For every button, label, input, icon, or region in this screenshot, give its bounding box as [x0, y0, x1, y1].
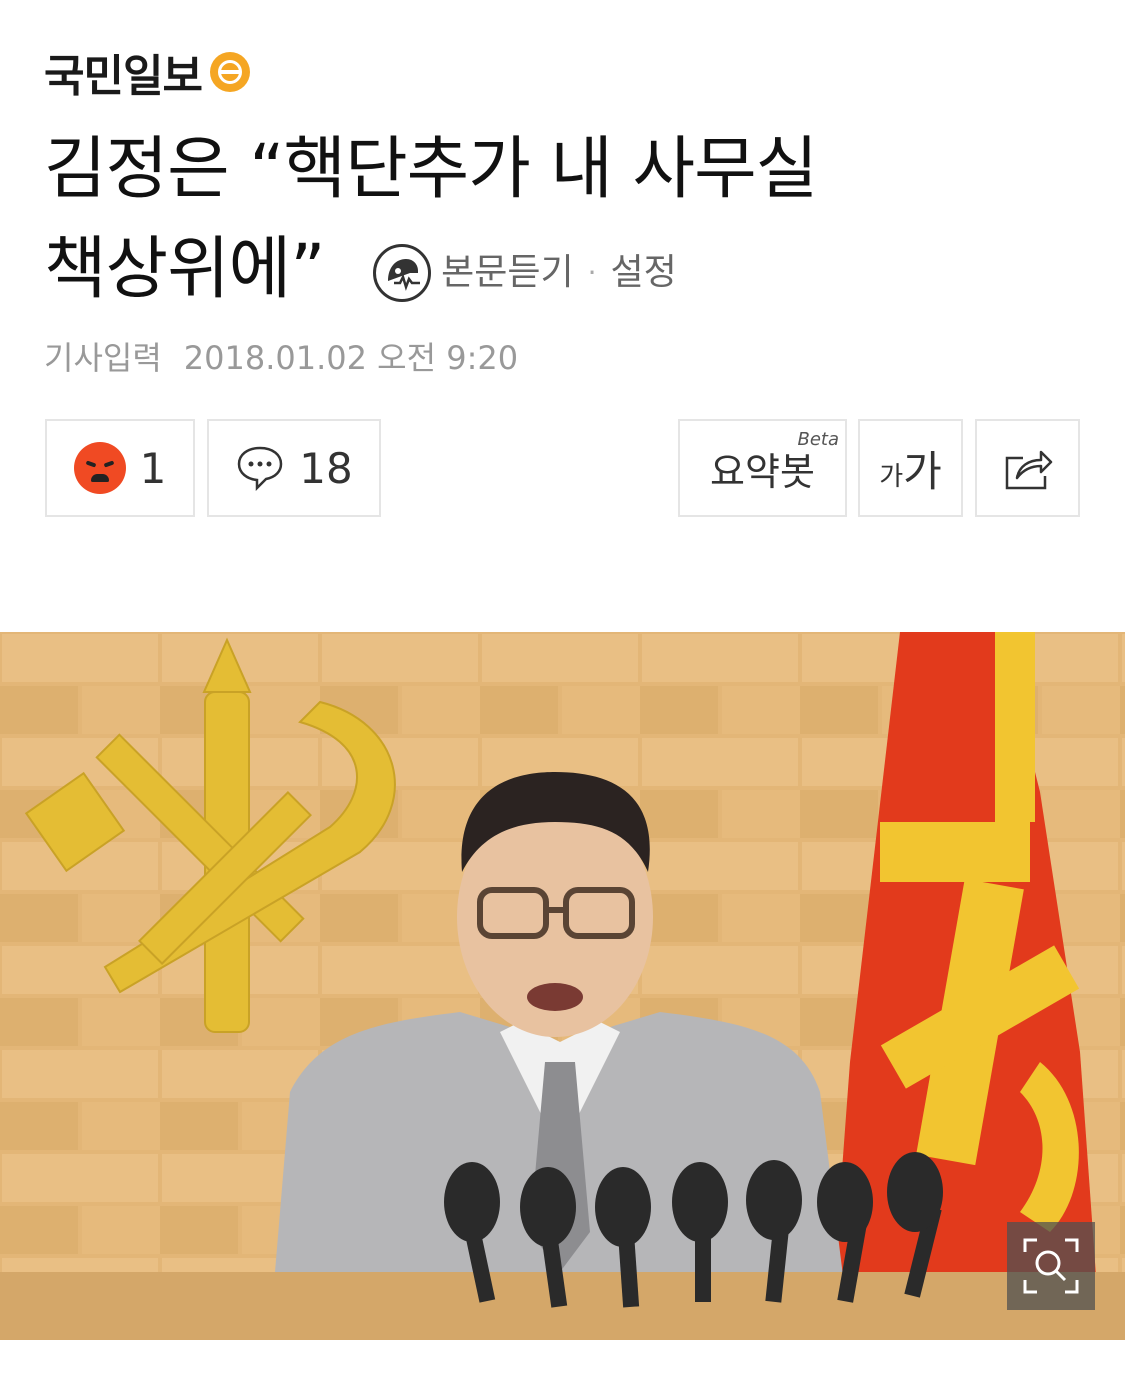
listen-controls: 본문듣기 · 설정	[373, 223, 677, 323]
settings-button[interactable]: 설정	[611, 223, 677, 323]
beta-badge: Beta	[797, 429, 839, 450]
font-large-glyph: 가	[903, 446, 942, 496]
logo-text: 국민일보	[44, 51, 203, 102]
share-icon	[1001, 444, 1055, 492]
zoom-button[interactable]	[1007, 1222, 1095, 1310]
separator-dot: ·	[587, 256, 597, 290]
comment-count: 18	[299, 443, 353, 493]
article-toolbar: 1 18 요약봇 Beta 가가	[0, 419, 1125, 519]
site-logo[interactable]: 국민일보	[44, 40, 250, 104]
logo-mark-icon	[209, 52, 250, 92]
share-button[interactable]	[975, 419, 1080, 517]
angry-reaction-icon	[73, 442, 126, 494]
zoom-icon	[1021, 1236, 1081, 1296]
article-headline: 김정은 “핵단추가 내 사무실 책상위에” 본문듣기 · 설정	[44, 120, 1084, 323]
article-meta: 기사입력 2018.01.02 오전 9:20	[44, 333, 518, 379]
meta-label: 기사입력	[44, 339, 162, 377]
headline-line-1: 김정은 “핵단추가 내 사무실	[44, 130, 818, 209]
article-photo[interactable]	[0, 632, 1125, 1340]
comment-button[interactable]: 18	[207, 419, 381, 517]
font-size-button[interactable]: 가가	[858, 419, 963, 517]
listen-icon[interactable]	[373, 244, 432, 303]
meta-datetime: 2018.01.02 오전 9:20	[183, 339, 519, 377]
font-small-glyph: 가	[879, 461, 904, 492]
reaction-count: 1	[139, 443, 167, 493]
headline-line-2: 책상위에”	[44, 230, 325, 309]
comment-icon	[235, 444, 285, 492]
photo-illustration	[0, 632, 1125, 1340]
listen-button[interactable]: 본문듣기	[441, 223, 573, 323]
summary-button[interactable]: 요약봇 Beta	[678, 419, 847, 517]
reaction-button[interactable]: 1	[45, 419, 195, 517]
